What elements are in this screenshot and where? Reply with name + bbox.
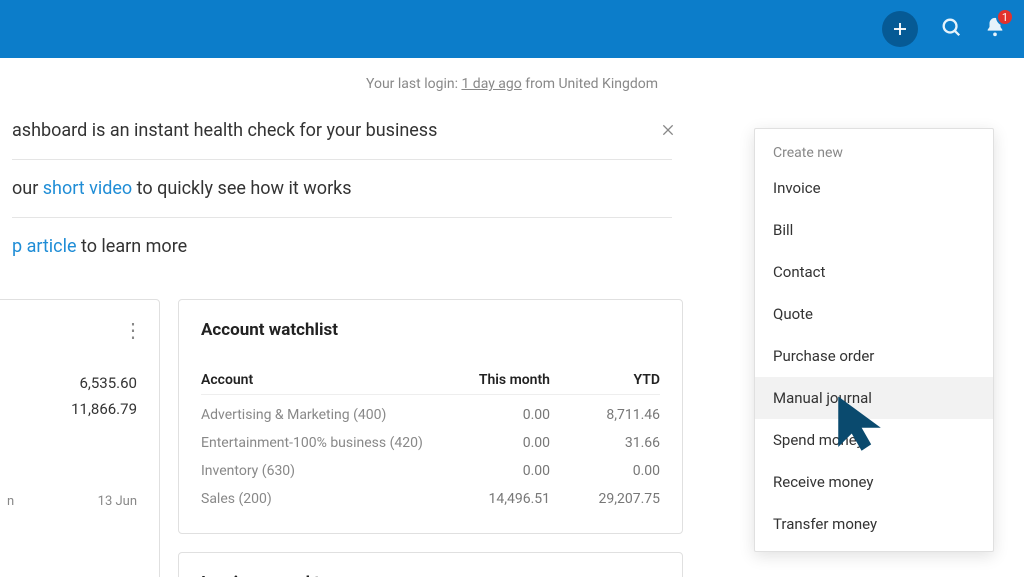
dropdown-header: Create new (755, 135, 993, 167)
table-row[interactable]: Advertising & Marketing (400) 0.00 8,711… (201, 401, 660, 429)
account-watchlist-card: Account watchlist Account This month YTD… (178, 299, 683, 534)
table-row[interactable]: Entertainment-100% business (420) 0.00 3… (201, 429, 660, 457)
dropdown-item-spend-money[interactable]: Spend money (755, 419, 993, 461)
table-row[interactable]: Sales (200) 14,496.51 29,207.75 (201, 485, 660, 513)
page-content: Your last login: 1 day ago from United K… (0, 58, 1024, 577)
table-row[interactable]: Inventory (630) 0.00 0.00 (201, 457, 660, 485)
watchlist-title: Account watchlist (201, 320, 660, 340)
balance-statement-value: 11,866.79 (71, 400, 137, 418)
dropdown-item-transfer-money[interactable]: Transfer money (755, 503, 993, 545)
dropdown-item-invoice[interactable]: Invoice (755, 167, 993, 209)
close-icon (660, 122, 676, 138)
bank-card: ⋮ nce in Xero 6,535.60 ce (16 Jun) 11,86… (0, 299, 160, 577)
help-article-link[interactable]: p article (12, 236, 77, 257)
create-new-button[interactable] (882, 11, 918, 47)
close-welcome-button[interactable] (654, 116, 682, 144)
last-login-text: Your last login: 1 day ago from United K… (0, 76, 1024, 92)
balance-xero-value: 6,535.60 (80, 374, 138, 392)
dropdown-item-purchase-order[interactable]: Purchase order (755, 335, 993, 377)
last-login-link[interactable]: 1 day ago (461, 76, 521, 92)
bank-row: ce (16 Jun) 11,866.79 (0, 396, 137, 422)
notification-badge: 1 (996, 8, 1014, 26)
dropdown-item-contact[interactable]: Contact (755, 251, 993, 293)
notifications-button[interactable]: 1 (984, 16, 1006, 42)
short-video-link[interactable]: short video (43, 178, 132, 199)
sparkline-dates: n 13 Jun (7, 494, 137, 509)
search-icon (940, 16, 962, 38)
card-menu-button[interactable]: ⋮ (123, 318, 143, 342)
bank-row: nce in Xero 6,535.60 (0, 370, 137, 396)
bank-stats: nce in Xero 6,535.60 ce (16 Jun) 11,866.… (0, 370, 137, 422)
search-button[interactable] (940, 16, 962, 42)
invoices-owed-card: Invoices owed to you (178, 552, 683, 577)
watchlist-table: Account This month YTD Advertising & Mar… (201, 366, 660, 513)
welcome-line-2: our short video to quickly see how it wo… (12, 160, 672, 218)
sparkline-chart: n 13 Jun (0, 458, 137, 509)
top-header: 1 (0, 0, 1024, 58)
plus-icon (891, 20, 909, 38)
dropdown-item-receive-money[interactable]: Receive money (755, 461, 993, 503)
welcome-line-3: p article to learn more (12, 218, 672, 275)
welcome-line-1: ashboard is an instant health check for … (12, 102, 672, 160)
watchlist-header-row: Account This month YTD (201, 366, 660, 395)
create-new-dropdown: Create new Invoice Bill Contact Quote Pu… (754, 128, 994, 552)
dropdown-item-quote[interactable]: Quote (755, 293, 993, 335)
welcome-banner: ashboard is an instant health check for … (12, 102, 672, 275)
last-login-prefix: Your last login: (366, 76, 461, 92)
invoices-title: Invoices owed to you (201, 573, 660, 577)
dropdown-item-manual-journal[interactable]: Manual journal (755, 377, 993, 419)
dropdown-item-bill[interactable]: Bill (755, 209, 993, 251)
last-login-suffix: from United Kingdom (522, 76, 658, 92)
